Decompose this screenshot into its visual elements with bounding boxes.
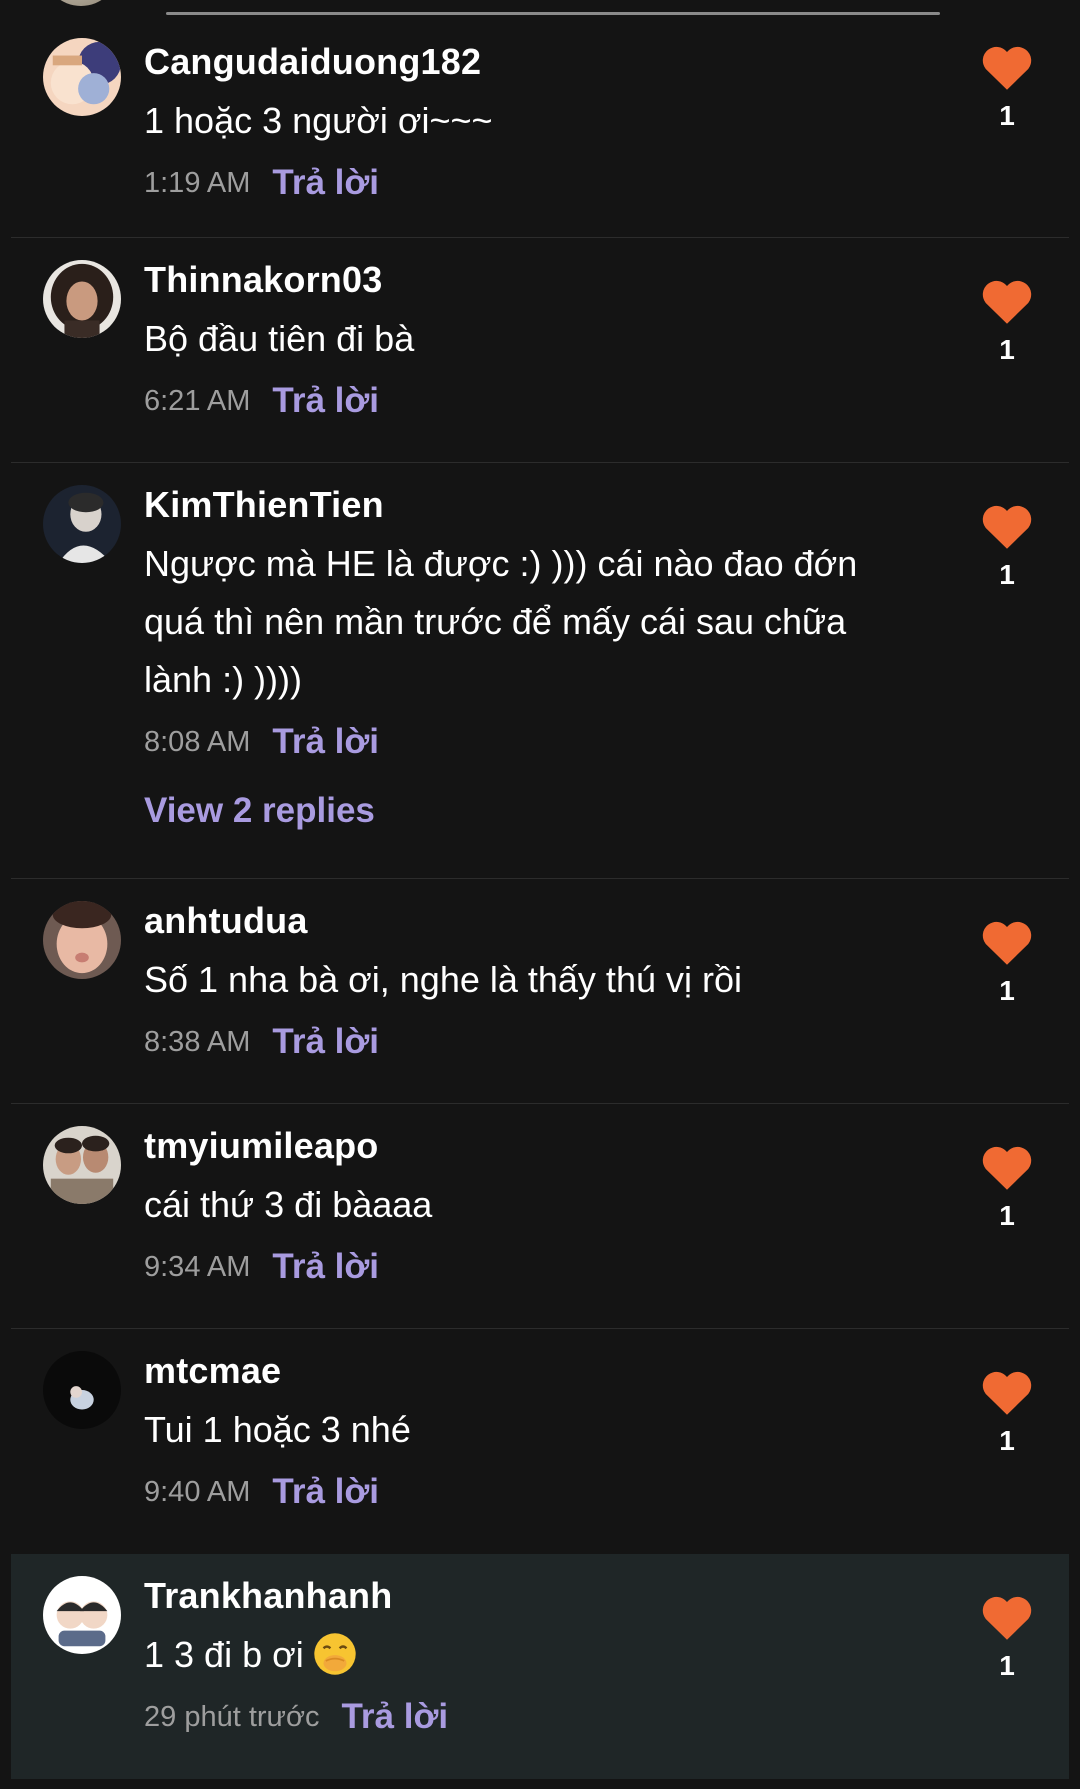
like-count: 1 — [999, 1650, 1015, 1681]
reply-button[interactable]: Trả lời — [272, 163, 379, 203]
comment-item: mtcmae Tui 1 hoặc 3 nhé 9:40 AM Trả lời … — [11, 1329, 1069, 1554]
heart-icon[interactable] — [981, 44, 1033, 90]
heart-icon[interactable] — [981, 1594, 1033, 1640]
timestamp: 6:21 AM — [144, 384, 251, 417]
like-control: 1 — [977, 1144, 1037, 1232]
reply-button[interactable]: Trả lời — [272, 381, 379, 421]
heart-icon[interactable] — [981, 1369, 1033, 1415]
avatar[interactable] — [43, 1351, 121, 1429]
divider — [166, 12, 940, 15]
comment-item-highlighted: Trankhanhanh 1 3 đi b ơi 29 phút trước T… — [11, 1554, 1069, 1779]
reply-button[interactable]: Trả lời — [272, 1022, 379, 1062]
cartoon-avatar-image — [43, 1576, 121, 1654]
comment-text: Số 1 nha bà ơi, nghe là thấy thú vị rồi — [144, 959, 742, 1000]
comment-text: cái thứ 3 đi bàaaa — [144, 1184, 433, 1225]
timestamp: 9:40 AM — [144, 1475, 251, 1508]
username[interactable]: mtcmae — [144, 1347, 909, 1395]
like-count: 1 — [999, 559, 1015, 590]
curly-hair-avatar-image — [43, 260, 121, 338]
timestamp: 29 phút trước — [144, 1700, 320, 1733]
reply-button[interactable]: Trả lời — [341, 1697, 448, 1737]
comment-text: Ngược mà HE là được :) ))) cái nào đao đ… — [144, 543, 858, 700]
avatar[interactable] — [43, 38, 121, 116]
comment-item: anhtudua Số 1 nha bà ơi, nghe là thấy th… — [11, 879, 1069, 1104]
comment-item: Cangudaiduong182 1 hoặc 3 người ơi~~~ 1:… — [11, 20, 1069, 238]
comments-page: Cangudaiduong182 1 hoặc 3 người ơi~~~ 1:… — [0, 0, 1080, 1789]
avatar[interactable] — [43, 901, 121, 979]
username[interactable]: Thinnakorn03 — [144, 256, 909, 304]
like-control: 1 — [977, 1369, 1037, 1457]
heart-icon[interactable] — [981, 1144, 1033, 1190]
reply-button[interactable]: Trả lời — [272, 1472, 379, 1512]
timestamp: 8:38 AM — [144, 1025, 251, 1058]
username[interactable]: anhtudua — [144, 897, 909, 945]
avatar[interactable] — [43, 0, 119, 6]
reply-button[interactable]: Trả lời — [272, 722, 379, 762]
heart-icon[interactable] — [981, 503, 1033, 549]
comment-item: Thinnakorn03 Bộ đầu tiên đi bà 6:21 AM T… — [11, 238, 1069, 463]
comment-text: 1 hoặc 3 người ơi~~~ — [144, 100, 493, 141]
avatar[interactable] — [43, 1126, 121, 1204]
two-people-avatar-image — [43, 1126, 121, 1204]
avatar[interactable] — [43, 1576, 121, 1654]
comment-text-row: 1 3 đi b ơi — [144, 1626, 909, 1684]
heart-icon[interactable] — [981, 919, 1033, 965]
like-control: 1 — [977, 44, 1037, 132]
username[interactable]: Cangudaiduong182 — [144, 38, 909, 86]
like-control: 1 — [977, 503, 1037, 591]
like-count: 1 — [999, 1200, 1015, 1231]
avatar[interactable] — [43, 485, 121, 563]
username[interactable]: KimThienTien — [144, 481, 909, 529]
face-with-hand-over-mouth-icon — [314, 1633, 356, 1675]
comment-text: Tui 1 hoặc 3 nhé — [144, 1409, 411, 1450]
like-control: 1 — [977, 1594, 1037, 1682]
reply-button[interactable]: Trả lời — [272, 1247, 379, 1287]
heart-icon[interactable] — [981, 278, 1033, 324]
timestamp: 9:34 AM — [144, 1250, 251, 1283]
like-count: 1 — [999, 975, 1015, 1006]
like-count: 1 — [999, 1425, 1015, 1456]
username[interactable]: tmyiumileapo — [144, 1122, 909, 1170]
timestamp: 8:08 AM — [144, 725, 251, 758]
like-count: 1 — [999, 334, 1015, 365]
avatar[interactable] — [43, 260, 121, 338]
anime-pair-avatar-image — [43, 38, 121, 116]
like-control: 1 — [977, 919, 1037, 1007]
comment-text: Bộ đầu tiên đi bà — [144, 318, 415, 359]
view-replies-link[interactable]: View 2 replies — [144, 791, 375, 831]
like-control: 1 — [977, 278, 1037, 366]
dark-avatar-image — [43, 1351, 121, 1429]
timestamp: 1:19 AM — [144, 166, 251, 199]
portrait-avatar-image — [43, 485, 121, 563]
selfie-avatar-image — [43, 901, 121, 979]
comment-text: 1 3 đi b ơi — [144, 1634, 304, 1675]
username[interactable]: Trankhanhanh — [144, 1572, 909, 1620]
like-count: 1 — [999, 100, 1015, 131]
comment-item: tmyiumileapo cái thứ 3 đi bàaaa 9:34 AM … — [11, 1104, 1069, 1329]
comment-item: KimThienTien Ngược mà HE là được :) ))) … — [11, 463, 1069, 879]
